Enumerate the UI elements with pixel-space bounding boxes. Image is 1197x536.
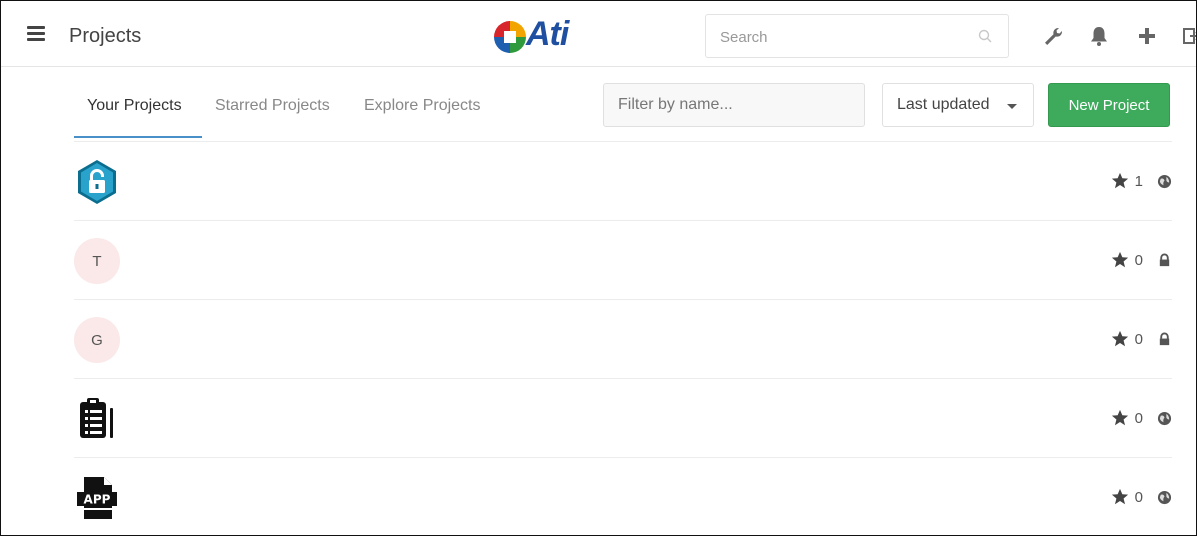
clipboard-list-icon xyxy=(80,398,113,438)
project-meta: 0 xyxy=(1111,328,1172,350)
tab-starred-projects[interactable]: Starred Projects xyxy=(215,97,330,115)
star-count: 0 xyxy=(1134,251,1143,269)
tab-explore-projects[interactable]: Explore Projects xyxy=(364,97,481,115)
bell-icon[interactable] xyxy=(1088,25,1110,47)
ati-logo[interactable]: Ati xyxy=(492,15,602,57)
list-item[interactable]: 0 xyxy=(74,378,1172,457)
sort-dropdown[interactable]: Last updated xyxy=(882,83,1034,127)
project-meta: 0 xyxy=(1111,249,1172,271)
star-count: 1 xyxy=(1134,172,1143,190)
logo-text: Ati xyxy=(526,15,569,53)
new-project-button[interactable]: New Project xyxy=(1048,83,1170,127)
app-file-icon: APP xyxy=(77,477,117,519)
plus-icon[interactable] xyxy=(1136,25,1158,47)
logo-mark-icon xyxy=(494,21,526,53)
caret-down-icon xyxy=(1007,104,1017,109)
filter-by-name-input[interactable] xyxy=(603,83,865,127)
project-list: 1 T 0 G 0 0 APP 0 xyxy=(74,141,1172,535)
page-title: Projects xyxy=(69,25,142,47)
tab-your-projects[interactable]: Your Projects xyxy=(87,97,182,115)
star-icon[interactable] xyxy=(1111,251,1129,269)
active-tab-indicator xyxy=(74,136,202,138)
sign-out-icon[interactable] xyxy=(1181,25,1197,47)
top-header: Projects Ati xyxy=(1,1,1197,67)
star-icon[interactable] xyxy=(1111,409,1129,427)
star-icon[interactable] xyxy=(1111,330,1129,348)
search-box[interactable] xyxy=(705,14,1009,58)
list-item[interactable]: APP 0 xyxy=(74,457,1172,535)
wrench-icon[interactable] xyxy=(1042,25,1064,47)
globe-icon xyxy=(1157,490,1172,504)
hamburger-menu-icon[interactable] xyxy=(27,26,45,42)
list-item[interactable]: 1 xyxy=(74,141,1172,220)
star-count: 0 xyxy=(1134,488,1143,506)
star-icon[interactable] xyxy=(1111,488,1129,506)
project-meta: 1 xyxy=(1111,170,1172,192)
project-meta: 0 xyxy=(1111,486,1172,508)
star-icon[interactable] xyxy=(1111,172,1129,190)
globe-icon xyxy=(1157,411,1172,425)
globe-icon xyxy=(1157,174,1172,188)
list-item[interactable]: G 0 xyxy=(74,299,1172,378)
letter-avatar: T xyxy=(74,238,120,284)
lock-icon xyxy=(1159,253,1170,266)
app-window: Projects Ati Search Your Projects Starre… xyxy=(0,0,1197,536)
svg-text:APP: APP xyxy=(84,493,111,507)
sort-selected-label: Last updated xyxy=(897,96,990,113)
star-count: 0 xyxy=(1134,409,1143,427)
list-item[interactable]: T 0 xyxy=(74,220,1172,299)
letter-avatar: G xyxy=(74,317,120,363)
lock-icon xyxy=(1159,332,1170,345)
star-count: 0 xyxy=(1134,330,1143,348)
search-icon[interactable] xyxy=(978,29,992,43)
project-meta: 0 xyxy=(1111,407,1172,429)
search-input[interactable] xyxy=(720,27,960,47)
lock-hexagon-icon xyxy=(78,160,116,204)
